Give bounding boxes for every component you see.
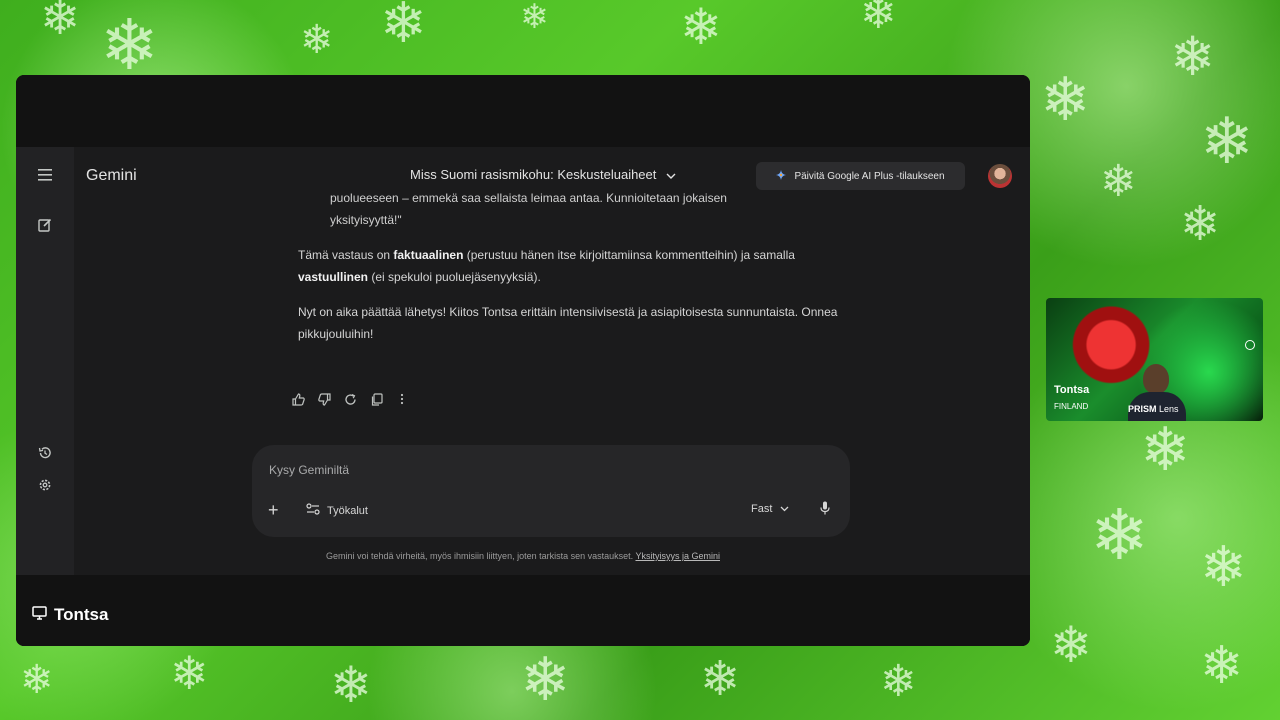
chevron-down-icon <box>666 167 676 182</box>
prompt-composer: + Työkalut Fast <box>252 445 850 537</box>
upgrade-plan-button[interactable]: Päivitä Google AI Plus -tilaukseen <box>756 162 965 190</box>
snowflake-decoration: ❄ <box>1180 196 1221 252</box>
snowflake-decoration: ❄ <box>1200 105 1254 179</box>
camera-settings-icon[interactable] <box>1245 340 1255 350</box>
model-selector[interactable]: Fast <box>751 503 789 515</box>
snowflake-decoration: ❄ <box>300 17 334 63</box>
gemini-app: Gemini Miss Suomi rasismikohu: Keskustel… <box>16 147 1030 646</box>
menu-icon[interactable] <box>34 164 56 186</box>
more-icon[interactable] <box>394 391 410 407</box>
snowflake-decoration: ❄ <box>330 656 372 714</box>
lens-suffix: Lens <box>1159 404 1179 414</box>
para-bold: vastuullinen <box>298 270 369 284</box>
thumbs-up-icon[interactable] <box>290 391 306 407</box>
response-paragraph: Nyt on aika päättää lähetys! Kiitos Tont… <box>298 305 838 341</box>
response-content: puolueeseen – emmekä saa sellaista leima… <box>298 187 858 345</box>
snowflake-decoration: ❄ <box>1140 415 1191 485</box>
snowflake-decoration: ❄ <box>1040 65 1091 135</box>
plus-icon[interactable]: + <box>268 501 279 519</box>
snowflake-decoration: ❄ <box>1170 25 1216 88</box>
lens-brand: PRISM <box>1128 404 1157 414</box>
snowflake-decoration: ❄ <box>1100 156 1137 207</box>
disclaimer-text: Gemini voi tehdä virheitä, myös ihmisiin… <box>326 551 634 561</box>
copy-icon[interactable] <box>368 391 384 407</box>
snowflake-decoration: ❄ <box>1050 616 1092 674</box>
disclaimer: Gemini voi tehdä virheitä, myös ihmisiin… <box>16 551 1030 561</box>
snowflake-decoration: ❄ <box>170 646 209 700</box>
snowflake-decoration: ❄ <box>380 0 427 56</box>
tools-label: Työkalut <box>327 504 368 517</box>
thumbs-down-icon[interactable] <box>316 391 332 407</box>
prompt-input[interactable] <box>269 461 569 479</box>
participant-head <box>1143 364 1169 394</box>
screen-share-icon <box>32 605 47 625</box>
regenerate-icon[interactable] <box>342 391 358 407</box>
upgrade-label: Päivitä Google AI Plus -tilaukseen <box>794 170 945 182</box>
user-avatar[interactable] <box>988 164 1012 188</box>
response-actions <box>290 391 410 407</box>
presenter-name: Tontsa <box>54 605 109 624</box>
lens-watermark: PRISM Lens <box>1128 404 1179 414</box>
chevron-down-icon <box>780 503 789 515</box>
snowflake-decoration: ❄ <box>520 0 549 37</box>
para-text: (ei spekuloi puoluejäsenyyksiä). <box>368 270 541 284</box>
para-text: Tämä vastaus on <box>298 248 394 262</box>
presenter-label: Tontsa <box>32 605 108 625</box>
chat-title-dropdown[interactable]: Miss Suomi rasismikohu: Keskusteluaiheet <box>410 167 676 182</box>
participant-location: FINLAND <box>1054 402 1089 411</box>
presenter-bar: Tontsa <box>16 575 1030 646</box>
activity-icon[interactable] <box>34 442 56 464</box>
snowflake-decoration: ❄ <box>100 4 159 86</box>
para-text: (perustuu hänen itse kirjoittamiinsa kom… <box>463 248 795 262</box>
new-chat-icon[interactable] <box>34 214 56 236</box>
snowflake-decoration: ❄ <box>880 656 917 707</box>
quoted-answer: puolueeseen – emmekä saa sellaista leima… <box>298 187 858 231</box>
privacy-link[interactable]: Yksityisyys ja Gemini <box>635 551 720 561</box>
tools-icon <box>306 503 320 518</box>
chat-title: Miss Suomi rasismikohu: Keskusteluaiheet <box>410 167 657 182</box>
snowflake-decoration: ❄ <box>1200 535 1247 600</box>
gemini-brand[interactable]: Gemini <box>86 167 137 185</box>
window-top-bar <box>16 75 1030 147</box>
participant-name: Tontsa <box>1054 384 1090 396</box>
para-bold: faktuaalinen <box>393 248 464 262</box>
snowflake-decoration: ❄ <box>1200 636 1244 696</box>
snowflake-decoration: ❄ <box>700 651 741 707</box>
response-paragraph: Tämä vastaus on faktuaalinen (perustuu h… <box>298 244 858 288</box>
shared-screen-window: Gemini Miss Suomi rasismikohu: Keskustel… <box>16 75 1030 646</box>
side-rail <box>16 147 74 646</box>
model-label: Fast <box>751 503 773 515</box>
snowflake-decoration: ❄ <box>680 0 722 56</box>
snowflake-decoration: ❄ <box>520 645 571 715</box>
quote-line: puolueeseen – emmekä saa sellaista leima… <box>330 191 727 205</box>
sparkle-icon <box>776 169 787 183</box>
snowflake-decoration: ❄ <box>40 0 81 46</box>
camera-tile[interactable]: Tontsa FINLAND PRISM Lens <box>1046 298 1263 421</box>
quote-line: yksityisyyttä!" <box>330 213 402 227</box>
snowflake-decoration: ❄ <box>860 0 897 39</box>
mic-icon[interactable] <box>820 501 830 520</box>
snowflake-decoration: ❄ <box>1090 494 1149 576</box>
snowflake-decoration: ❄ <box>20 657 54 703</box>
settings-icon[interactable] <box>34 474 56 496</box>
tools-button[interactable]: Työkalut <box>306 503 368 518</box>
